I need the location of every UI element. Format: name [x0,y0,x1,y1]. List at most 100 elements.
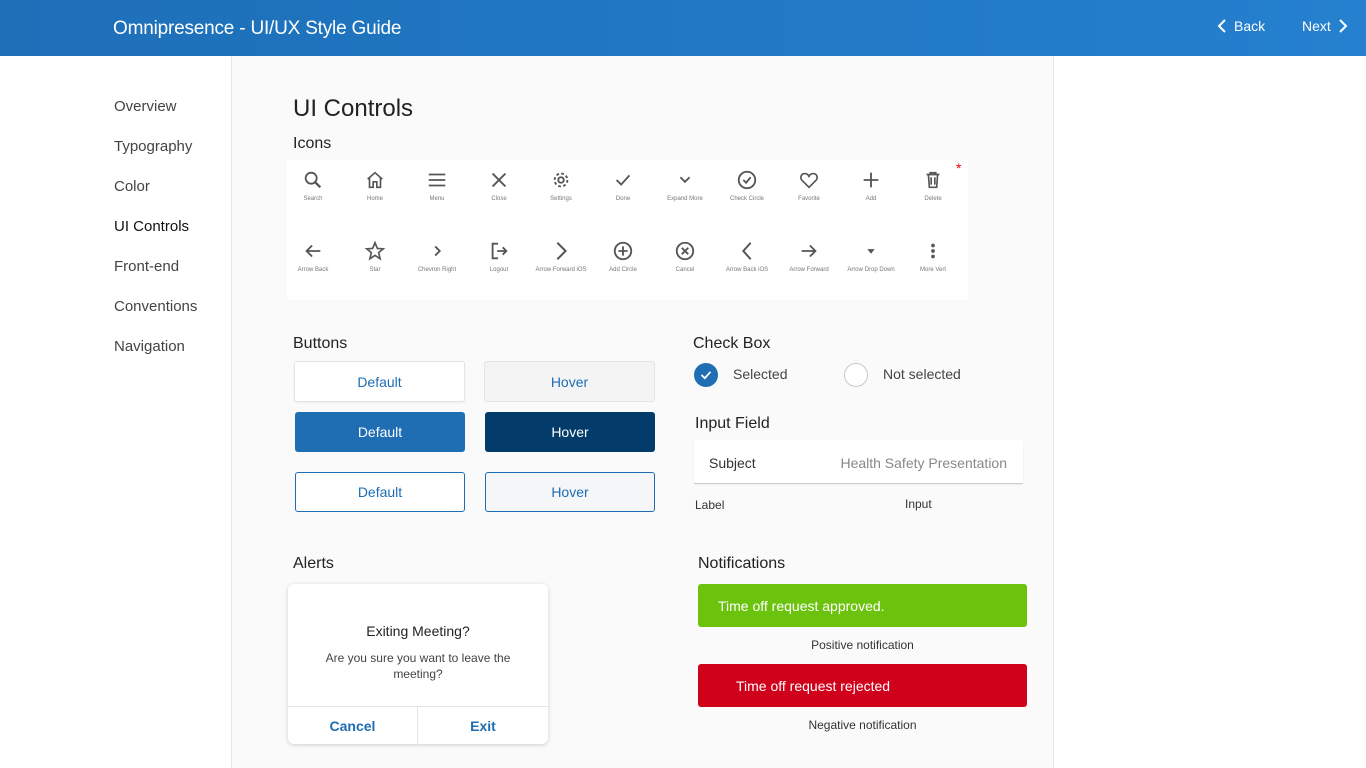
cancel-icon [675,241,695,261]
arrow-forward-ios-icon [556,242,568,260]
next-label: Next [1302,18,1331,34]
buttons-heading: Buttons [293,335,348,352]
input-value: Health Safety Presentation [840,455,1007,471]
default-white-button[interactable]: Default [294,361,465,402]
icon-label: Arrow Forward iOS [535,267,587,273]
check-circle-icon [737,170,757,190]
more-vert-icon [931,243,935,259]
checkbox-heading: Check Box [693,335,771,352]
page-title: UI Controls [293,95,414,122]
icon-cell-arrow-back-ios: Arrow Back iOS [716,240,778,274]
icon-label: Arrow Back [297,267,329,273]
exit-button[interactable]: Exit [418,707,548,745]
icon-label: Arrow Forward [789,267,829,273]
icon-cell-search: Search [282,169,344,203]
checkbox-selected-label: Selected [733,366,788,382]
icon-label: Settings [550,196,572,202]
star-icon [364,240,386,261]
positive-notification-caption: Positive notification [811,638,914,652]
icon-cell-delete: Delete [902,169,964,203]
negative-notification: Time off request rejected [698,664,1027,707]
icon-label: Arrow Back iOS [725,267,769,273]
icon-cell-close: Close [468,169,530,203]
icon-label: More Vert [919,267,946,273]
arrow-forward-icon [801,244,817,258]
menu-icon [428,173,446,187]
sidebar-item-navigation[interactable]: Navigation [114,338,185,355]
cancel-button[interactable]: Cancel [288,707,418,745]
add-circle-icon [613,241,633,261]
icon-label: Close [491,196,507,202]
icon-cell-more-vert: More Vert [902,240,964,274]
icon-cell-arrow-forward-ios: Arrow Forward iOS [530,240,592,274]
icon-label: Favorite [798,196,820,202]
next-button[interactable]: Next [1302,18,1349,34]
sidebar: Overview Typography Color UI Controls Fr… [0,56,232,768]
home-icon [367,171,383,189]
icon-cell-settings: Settings [530,169,592,203]
input-label: Subject [709,455,756,471]
icon-cell-arrow-drop-down: Arrow Drop Down [840,240,902,274]
input-caption-label: Label [695,498,725,512]
icon-grid: Search Home Menu Close Settings Done Exp… [287,160,968,300]
icon-cell-arrow-back: Arrow Back [282,240,344,274]
icon-cell-chevron-right: Chevron Right [406,240,468,274]
icon-cell-check-circle: Check Circle [716,169,778,203]
icon-label: Add [865,196,877,202]
icon-label: Check Circle [729,196,764,202]
expand-more-icon [679,176,691,184]
icon-label: Menu [429,196,445,202]
checkbox-selected[interactable] [694,363,718,387]
icon-cell-home: Home [344,169,406,203]
icon-label: Add Circle [609,267,637,273]
icon-label: Chevron Right [417,267,457,273]
icon-label: Done [615,196,631,202]
arrow-back-ios-icon [741,242,752,260]
negative-notification-caption: Negative notification [808,718,917,732]
add-icon [863,172,879,188]
hover-white-button[interactable]: Hover [484,361,655,402]
sidebar-item-ui-controls[interactable]: UI Controls [114,218,189,235]
icon-cell-favorite: Favorite [778,169,840,203]
checkbox-not-selected[interactable] [844,363,868,387]
default-outline-button[interactable]: Default [295,472,465,512]
dialog-actions: Cancel Exit [288,706,548,745]
sidebar-item-conventions[interactable]: Conventions [114,298,197,315]
hover-primary-button[interactable]: Hover [485,412,655,452]
back-label: Back [1234,18,1266,34]
icon-label: Cancel [675,267,695,273]
arrow-drop-down-icon [867,249,875,254]
chevron-left-icon [1217,19,1226,33]
sidebar-item-typography[interactable]: Typography [114,138,192,155]
icon-label: Home [366,196,383,202]
icon-cell-done: Done [592,169,654,203]
search-icon [304,171,322,189]
hover-outline-button[interactable]: Hover [485,472,655,512]
alerts-heading: Alerts [293,555,334,572]
icon-cell-star: Star [344,240,406,274]
delete-icon [926,171,940,189]
icon-label: Logout [489,267,509,273]
sidebar-item-front-end[interactable]: Front-end [114,258,179,275]
icon-cell-logout: Logout [468,240,530,274]
checkbox-not-selected-label: Not selected [883,366,961,382]
done-icon [615,174,631,186]
app-title: Omnipresence - UI/UX Style Guide [113,18,402,39]
sidebar-item-overview[interactable]: Overview [114,98,177,115]
subject-input-field[interactable]: Subject Health Safety Presentation [694,440,1023,484]
chevron-right-icon [434,245,442,257]
sidebar-item-color[interactable]: Color [114,178,150,195]
required-asterisk: * [956,160,962,176]
dialog-title: Exiting Meeting? [366,623,470,639]
back-button[interactable]: Back [1216,18,1265,34]
settings-icon [553,172,569,188]
input-caption-input: Input [905,497,932,511]
icon-label: Star [369,267,381,273]
right-pane [1055,56,1366,768]
icon-cell-menu: Menu [406,169,468,203]
input-field-heading: Input Field [695,415,770,432]
default-primary-button[interactable]: Default [295,412,465,452]
chevron-right-icon [1339,19,1348,33]
icon-label: Arrow Drop Down [847,267,895,273]
dialog-message: Are you sure you want to leave the meeti… [325,651,511,681]
